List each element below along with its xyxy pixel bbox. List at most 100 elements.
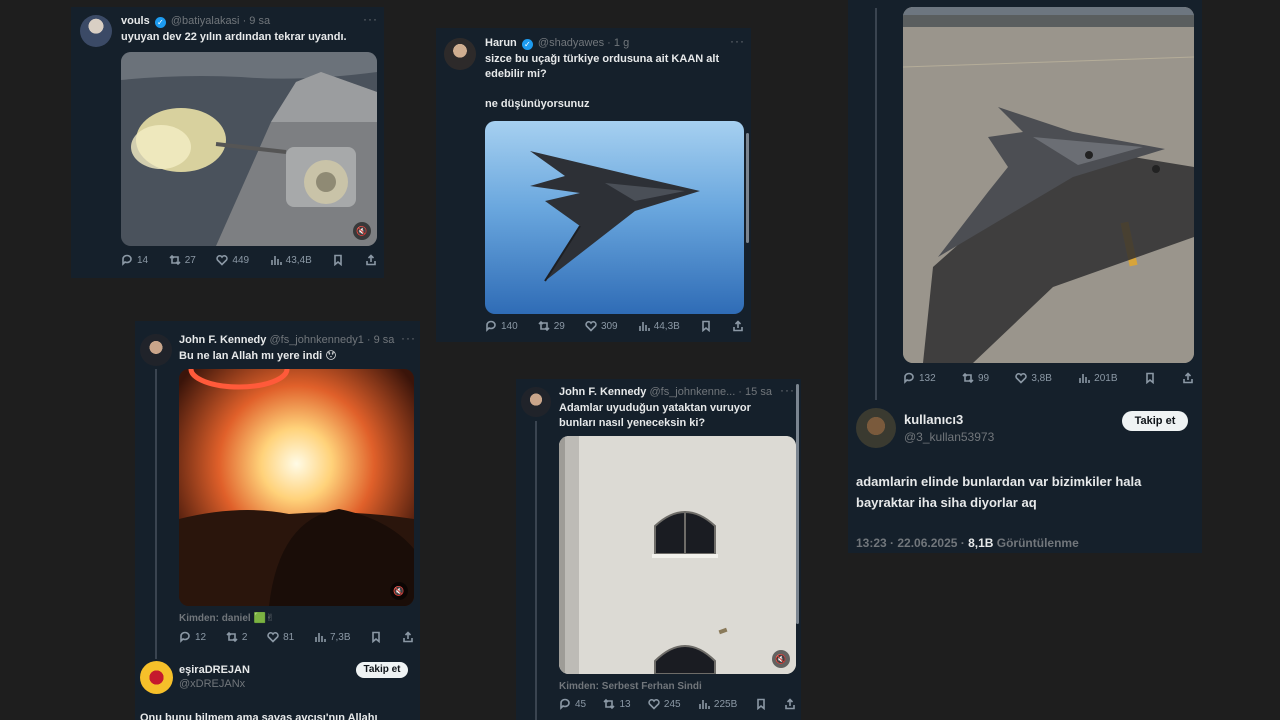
thread-line [875,8,877,400]
reply-button[interactable]: 132 [903,372,936,384]
scrollbar[interactable] [796,384,799,624]
video-source: Kimden: daniel 🟩✌ [179,613,275,624]
follow-button[interactable]: Takip et [1122,411,1188,431]
author-handle[interactable]: @shadyawes [538,37,604,49]
tweet-video[interactable]: 🔇 [179,369,414,606]
share-icon [366,254,376,266]
avatar[interactable] [444,38,476,70]
share-button[interactable] [365,254,377,266]
author-handle[interactable]: @batiyalakasi [171,15,240,27]
heart-icon [267,632,279,643]
mute-icon[interactable]: 🔇 [353,222,371,240]
tweet-text: uyuyan dev 22 yılın ardından tekrar uyan… [121,31,347,43]
tweet-time[interactable]: 15 sa [745,386,772,398]
tweet-timestamp: 13:23 · 22.06.2025 · 8,1B Görüntülenme [856,536,1079,550]
verified-badge-icon: ✓ [521,39,533,50]
author-handle[interactable]: @fs_johnkenne... [649,386,735,398]
retweet-button[interactable]: 2 [226,631,247,643]
retweet-icon [226,631,238,643]
author-handle[interactable]: @xDREJANx [179,678,245,690]
b2-bomber-image [530,151,700,282]
share-icon [785,698,795,710]
tweet-image[interactable] [903,7,1194,363]
more-options-icon[interactable]: ··· [780,383,795,397]
avatar[interactable] [140,334,172,366]
author-name[interactable]: John F. Kennedy [179,334,266,346]
like-button[interactable]: 81 [267,631,294,643]
reply-icon [560,698,570,710]
scrollbar[interactable] [746,133,749,243]
author-name[interactable]: kullanıcı3 [904,412,963,427]
views-button[interactable]: 44,3B [638,320,680,332]
views-button[interactable]: 43,4B [270,254,312,266]
b2-tarmac-image [903,7,1194,363]
reply-button[interactable]: 140 [485,320,518,332]
tweet-image[interactable] [485,121,744,314]
retweet-button[interactable]: 13 [603,698,631,710]
author-name[interactable]: Harun [485,37,517,49]
tweet-card-b2-detail: 132 99 3,8B 201B kullanıcı3 @3_kullan539… [848,0,1202,553]
reply-button[interactable]: 12 [179,631,206,643]
bookmark-button[interactable] [370,631,382,643]
author-handle[interactable]: @3_kullan53973 [904,430,994,444]
more-options-icon[interactable]: ··· [730,34,745,48]
warship-video-frame [121,52,377,246]
follow-button[interactable]: Takip et [356,662,408,678]
tweet-time[interactable]: 9 sa [249,15,270,27]
bookmark-icon [702,320,710,332]
tweet-time[interactable]: 1 g [614,37,629,49]
reply-button[interactable]: 45 [559,698,586,710]
views-icon [699,700,710,709]
avatar[interactable] [80,15,112,47]
share-button[interactable] [1182,372,1194,384]
thread-line [155,369,157,659]
share-button[interactable] [402,631,414,643]
bookmark-button[interactable] [1144,372,1156,384]
like-button[interactable]: 3,8B [1015,372,1052,384]
more-options-icon[interactable]: ··· [401,331,416,345]
tweet-text: Adamlar uyuduğun yataktan vuruyor bunlar… [559,402,751,429]
heart-icon [216,255,229,266]
share-icon [733,320,743,332]
retweet-button[interactable]: 27 [169,254,196,266]
bookmark-button[interactable] [700,320,712,332]
author-name[interactable]: eşiraDREJAN [179,664,250,676]
bookmark-icon [372,631,381,643]
reply-icon [904,372,914,384]
share-icon [1183,372,1193,384]
views-button[interactable]: 7,3B [314,631,351,643]
retweet-icon [538,320,550,332]
author-handle[interactable]: @fs_johnkennedy1 [269,334,363,346]
tweet-video[interactable]: 🔇 [121,52,377,246]
more-options-icon[interactable]: ··· [363,12,378,26]
views-icon [270,256,282,265]
retweet-button[interactable]: 99 [962,372,989,384]
tweet-time[interactable]: 9 sa [374,334,395,346]
share-button[interactable] [784,698,796,710]
avatar[interactable] [521,387,551,417]
views-button[interactable]: 225B [698,698,737,710]
tweet-video[interactable]: 🔇 [559,436,796,674]
retweet-button[interactable]: 29 [538,320,565,332]
like-button[interactable]: 449 [216,254,249,266]
mute-icon[interactable]: 🔇 [390,582,408,600]
like-button[interactable]: 309 [585,320,618,332]
tweet-text: Bu ne lan Allah mı yere indi 😯 [179,350,337,362]
views-icon [638,322,650,331]
avatar[interactable] [856,408,896,448]
views-icon [1079,374,1090,383]
views-button[interactable]: 201B [1078,372,1118,384]
avatar[interactable] [140,661,173,694]
like-button[interactable]: 245 [648,698,681,710]
share-button[interactable] [732,320,744,332]
tweet-text: adamlarin elinde bunlardan var bizimkile… [856,474,1142,510]
reply-button[interactable]: 14 [121,254,148,266]
bookmark-button[interactable] [332,254,344,266]
tweet-actions: 12 2 81 7,3B [179,631,414,643]
mute-icon[interactable]: 🔇 [772,650,790,668]
reply-icon [486,320,496,332]
author-name[interactable]: vouls [121,15,150,27]
bookmark-button[interactable] [755,698,767,710]
tweet-text: sizce bu uçağı türkiye ordusuna ait KAAN… [485,53,720,110]
author-name[interactable]: John F. Kennedy [559,386,646,398]
